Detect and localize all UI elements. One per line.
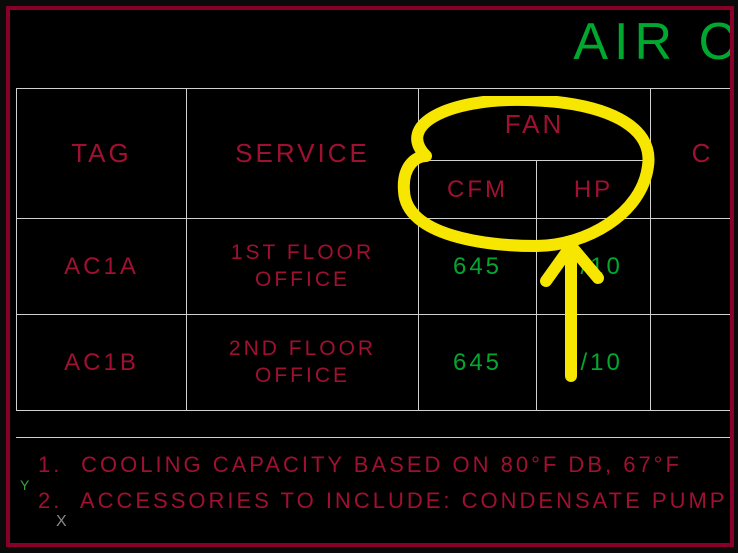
header-row-1: TAG SERVICE FAN C [17, 89, 735, 161]
schedule-table: TAG SERVICE FAN C CFM HP AC1A 1ST FLOOR … [16, 88, 734, 411]
note-2: 2. ACCESSORIES TO INCLUDE: CONDENSATE PU… [38, 488, 732, 514]
notes-block: 1. COOLING CAPACITY BASED ON 80°F DB, 67… [16, 437, 732, 537]
note-number: 1. [38, 452, 72, 478]
note-text: COOLING CAPACITY BASED ON 80°F DB, 67°F [81, 452, 682, 477]
service-line1: 2ND FLOOR [229, 337, 376, 360]
cell-tag: AC1A [17, 219, 187, 315]
service-line2: OFFICE [255, 268, 350, 291]
cell-service: 2ND FLOOR OFFICE [187, 315, 419, 411]
note-1: 1. COOLING CAPACITY BASED ON 80°F DB, 67… [38, 452, 732, 478]
cell-c [651, 315, 734, 411]
cell-tag: AC1B [17, 315, 187, 411]
cell-c [651, 219, 734, 315]
header-fan: FAN [419, 89, 651, 161]
cell-hp: 1/10 [537, 219, 651, 315]
header-service: SERVICE [187, 89, 419, 219]
service-line1: 1ST FLOOR [231, 241, 374, 264]
table-row: AC1A 1ST FLOOR OFFICE 645 1/10 [17, 219, 735, 315]
header-c: C [651, 89, 734, 219]
table-row: AC1B 2ND FLOOR OFFICE 645 1/10 [17, 315, 735, 411]
schedule-title: AIR C [573, 12, 734, 72]
ucs-y-icon: Y [20, 477, 29, 493]
header-hp: HP [537, 161, 651, 219]
cell-hp: 1/10 [537, 315, 651, 411]
drawing-canvas: AIR C TAG SERVICE FAN C CFM HP AC1A 1ST … [16, 16, 732, 537]
note-number: 2. [38, 488, 72, 514]
drawing-frame: AIR C TAG SERVICE FAN C CFM HP AC1A 1ST … [6, 6, 734, 547]
header-cfm: CFM [419, 161, 537, 219]
header-tag: TAG [17, 89, 187, 219]
ucs-x-icon: X [56, 513, 67, 531]
cell-cfm: 645 [419, 315, 537, 411]
cell-cfm: 645 [419, 219, 537, 315]
cell-service: 1ST FLOOR OFFICE [187, 219, 419, 315]
note-text: ACCESSORIES TO INCLUDE: CONDENSATE PUMP [80, 488, 728, 513]
service-line2: OFFICE [255, 364, 350, 387]
